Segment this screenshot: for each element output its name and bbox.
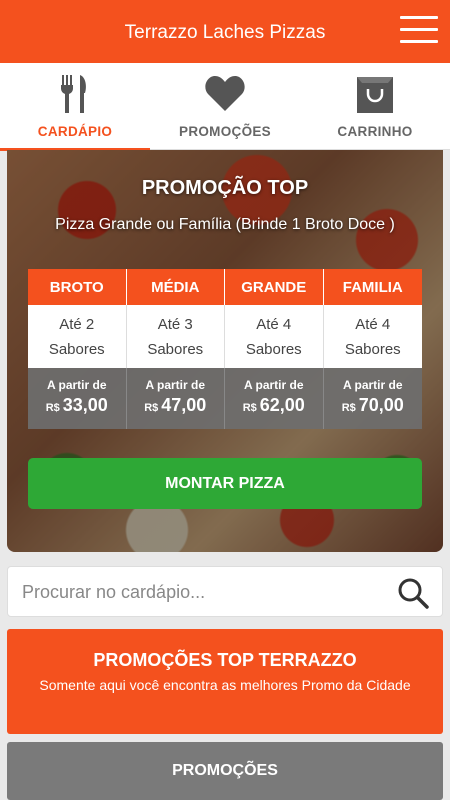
- size-option-grande[interactable]: GRANDE Até 4 Sabores A partir de R$ 62,00: [225, 269, 324, 429]
- size-flavors: Até 3 Sabores: [126, 305, 225, 368]
- app-header: Terrazzo Laches Pizzas: [0, 0, 450, 63]
- search-icon[interactable]: [396, 576, 430, 610]
- size-options: BROTO Até 2 Sabores A partir de R$ 33,00 MÉ…: [28, 269, 422, 429]
- cutlery-icon: [61, 75, 86, 113]
- size-flavors: Até 2 Sabores: [28, 305, 127, 368]
- size-option-media[interactable]: MÉDIA Até 3 Sabores A partir de R$ 47,00: [126, 269, 225, 429]
- heart-icon: [205, 76, 245, 111]
- size-flavors: Até 4 Sabores: [323, 305, 422, 368]
- tab-cardapio[interactable]: CARDÁPIO: [0, 63, 150, 151]
- tab-label: CARRINHO: [337, 124, 413, 139]
- search-input[interactable]: Procurar no cardápio...: [22, 582, 205, 603]
- tab-carrinho[interactable]: CARRINHO: [300, 63, 450, 150]
- size-price: A partir de R$ 33,00: [28, 368, 127, 429]
- tab-bar: CARDÁPIO PROMOÇÕES CARRINHO: [0, 63, 450, 151]
- promocoes-button[interactable]: PROMOÇÕES: [7, 742, 443, 800]
- tab-label: PROMOÇÕES: [179, 124, 271, 139]
- size-name: GRANDE: [225, 269, 324, 305]
- tab-label: CARDÁPIO: [37, 124, 113, 139]
- menu-search[interactable]: Procurar no cardápio...: [7, 566, 443, 617]
- promo-hero-card: PROMOÇÃO TOP Pizza Grande ou Família (Br…: [7, 150, 443, 552]
- size-option-familia[interactable]: FAMILIA Até 4 Sabores A partir de R$ 70,00: [323, 269, 422, 429]
- hero-title: PROMOÇÃO TOP: [141, 177, 309, 199]
- promo-banner-title: PROMOÇÕES TOP TERRAZZO: [93, 650, 357, 670]
- size-price: A partir de R$ 70,00: [323, 368, 422, 429]
- size-name: FAMILIA: [323, 269, 422, 305]
- promo-banner-description: Somente aqui você encontra as melhores P…: [39, 677, 411, 693]
- tab-promocoes[interactable]: PROMOÇÕES: [150, 63, 300, 150]
- size-name: MÉDIA: [126, 269, 225, 305]
- montar-pizza-button[interactable]: MONTAR PIZZA: [28, 458, 422, 509]
- size-option-broto[interactable]: BROTO Até 2 Sabores A partir de R$ 33,00: [28, 269, 127, 429]
- size-price: A partir de R$ 62,00: [225, 368, 324, 429]
- shopping-bag-icon: [357, 77, 393, 113]
- size-name: BROTO: [28, 269, 127, 305]
- app-title: Terrazzo Laches Pizzas: [124, 22, 326, 43]
- promo-banner[interactable]: PROMOÇÕES TOP TERRAZZO Somente aqui você…: [7, 629, 443, 734]
- hamburger-menu-icon[interactable]: [400, 16, 438, 46]
- size-price: A partir de R$ 47,00: [126, 368, 225, 429]
- hero-subtitle: Pizza Grande ou Família (Brinde 1 Broto …: [55, 216, 395, 233]
- size-flavors: Até 4 Sabores: [225, 305, 324, 368]
